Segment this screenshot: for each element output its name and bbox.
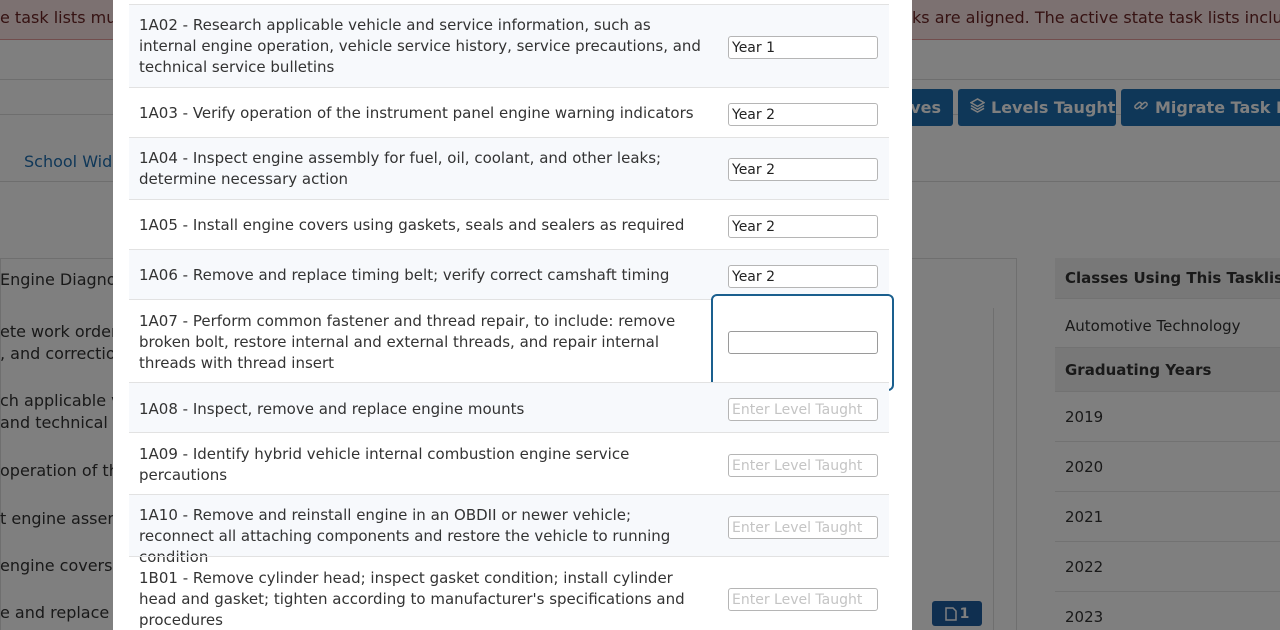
task-row: 1B01 - Remove cylinder head; inspect gas… (129, 556, 889, 630)
task-description: 1A03 - Verify operation of the instrumen… (139, 104, 694, 122)
task-row: 1A07 - Perform common fastener and threa… (129, 294, 894, 391)
task-row: 1A09 - Identify hybrid vehicle internal … (129, 432, 889, 494)
task-table: 1A02 - Research applicable vehicle and s… (129, 4, 894, 630)
level-taught-input[interactable] (728, 36, 878, 59)
level-taught-input[interactable] (728, 215, 878, 238)
task-description: 1A02 - Research applicable vehicle and s… (139, 16, 701, 76)
task-row: 1A05 - Install engine covers using gaske… (129, 199, 889, 249)
task-description: 1A07 - Perform common fastener and threa… (139, 312, 676, 372)
level-taught-input[interactable] (728, 103, 878, 126)
task-row: 1A03 - Verify operation of the instrumen… (129, 87, 889, 137)
task-description: 1A04 - Inspect engine assembly for fuel,… (139, 149, 662, 188)
level-taught-input[interactable] (728, 398, 878, 421)
task-description: 1A09 - Identify hybrid vehicle internal … (139, 445, 630, 484)
task-row: 1A06 - Remove and replace timing belt; v… (129, 249, 889, 299)
task-description: 1A05 - Install engine covers using gaske… (139, 216, 685, 234)
task-description: 1A08 - Inspect, remove and replace engin… (139, 400, 525, 418)
level-taught-input[interactable] (728, 454, 878, 477)
task-row: 1A08 - Inspect, remove and replace engin… (129, 382, 889, 432)
level-taught-input[interactable] (728, 516, 878, 539)
level-taught-input[interactable] (728, 588, 878, 611)
level-taught-input[interactable] (728, 265, 878, 288)
task-row: 1A04 - Inspect engine assembly for fuel,… (129, 137, 889, 199)
task-description: 1A06 - Remove and replace timing belt; v… (139, 266, 670, 284)
task-row: 1A10 - Remove and reinstall engine in an… (129, 494, 889, 566)
levels-taught-modal: 1A02 - Research applicable vehicle and s… (113, 0, 912, 630)
level-taught-input-focused[interactable] (728, 331, 878, 354)
task-row: 1A02 - Research applicable vehicle and s… (129, 4, 889, 87)
task-description: 1B01 - Remove cylinder head; inspect gas… (139, 569, 685, 629)
level-taught-input[interactable] (728, 158, 878, 181)
